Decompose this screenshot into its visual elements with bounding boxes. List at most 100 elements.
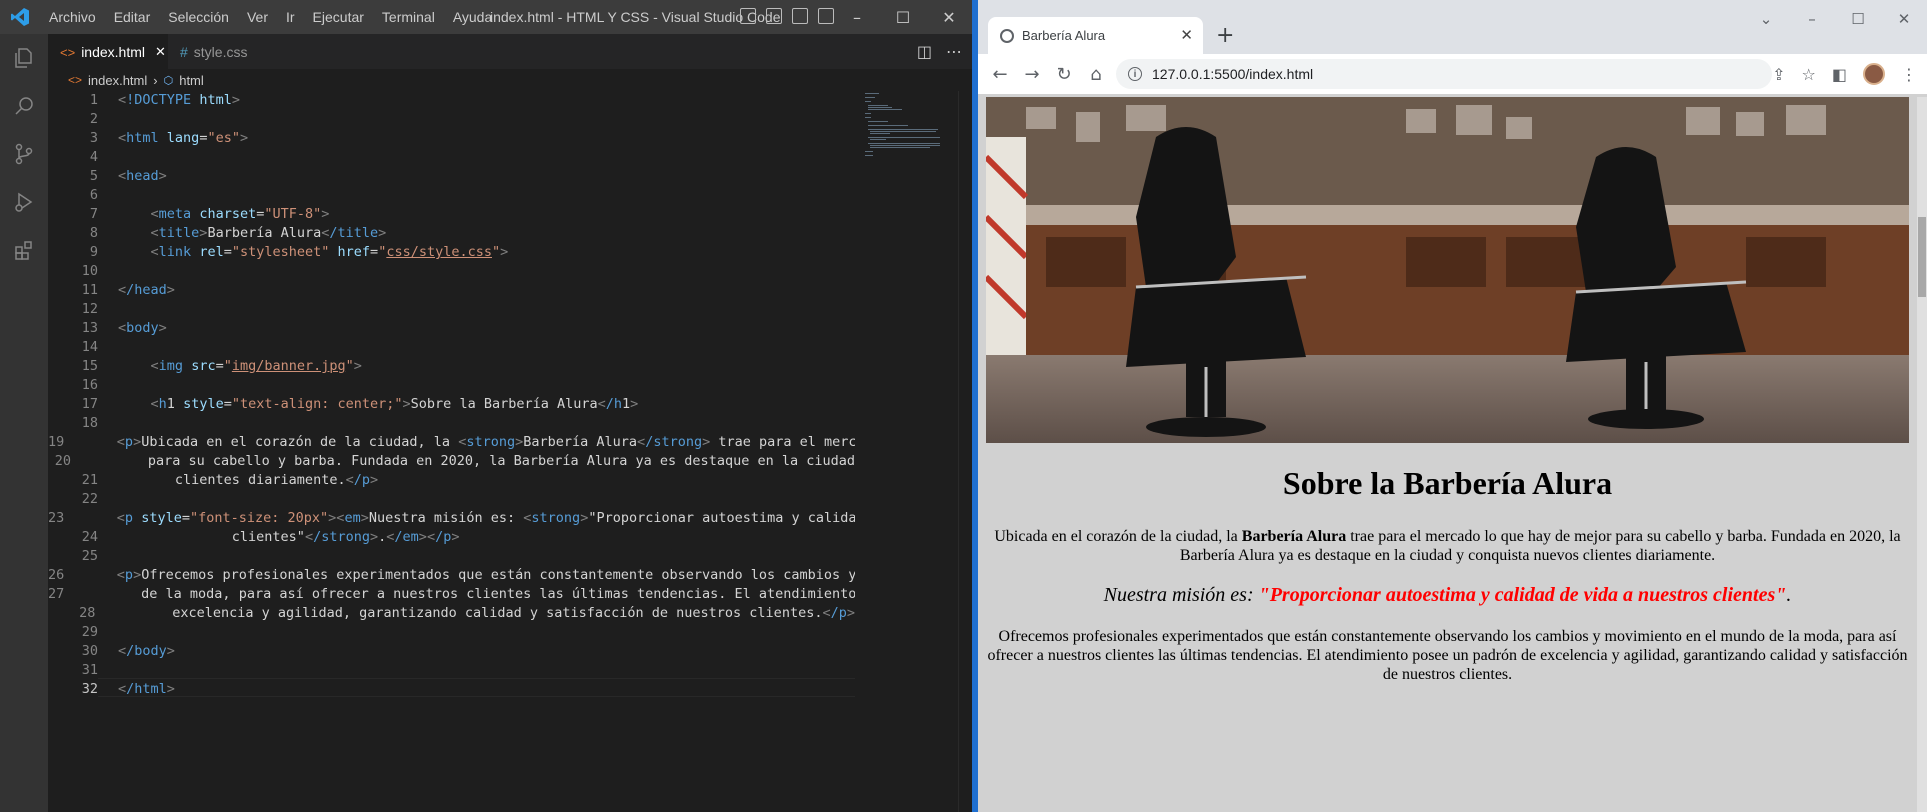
code-line[interactable]: 31	[48, 661, 855, 680]
css-file-icon: #	[180, 43, 188, 60]
code-line[interactable]: 21 clientes diariamente.</p>	[48, 471, 855, 490]
code-line[interactable]: 6	[48, 186, 855, 205]
vscode-logo-icon	[0, 0, 40, 34]
menu-seleccion[interactable]: Selección	[159, 0, 238, 34]
menu-terminal[interactable]: Terminal	[373, 0, 444, 34]
code-line[interactable]: 9 <link rel="stylesheet" href="css/style…	[48, 243, 855, 262]
code-line[interactable]: 32 </html>	[48, 680, 855, 699]
page-scrollbar[interactable]	[1917, 97, 1927, 812]
line-content: <p>Ubicada en el corazón de la ciudad, l…	[116, 434, 855, 450]
browser-tab[interactable]: Barbería Alura ✕	[988, 17, 1203, 54]
close-icon[interactable]: ✕	[926, 0, 972, 34]
share-icon[interactable]: ⇪	[1772, 65, 1785, 84]
code-line[interactable]: 14	[48, 338, 855, 357]
line-content: de la moda, para así ofrecer a nuestros …	[84, 586, 855, 602]
line-content	[98, 547, 118, 566]
close-tab-icon[interactable]: ✕	[1180, 26, 1193, 44]
more-actions-icon[interactable]: ⋯	[946, 42, 962, 61]
minimap[interactable]	[860, 91, 960, 812]
split-editor-icon[interactable]: ◫	[917, 42, 932, 61]
extensions-icon[interactable]	[0, 226, 48, 274]
menu-ejecutar[interactable]: Ejecutar	[304, 0, 373, 34]
code-line[interactable]: 30 </body>	[48, 642, 855, 661]
site-info-icon[interactable]: i	[1128, 67, 1142, 81]
explorer-icon[interactable]	[0, 34, 48, 82]
source-control-icon[interactable]	[0, 130, 48, 178]
line-content	[98, 490, 118, 509]
bookmark-star-icon[interactable]: ☆	[1802, 65, 1816, 84]
toolbar-actions: ⇪ ☆ ◧ ⋮	[1772, 54, 1917, 94]
scrollbar-thumb[interactable]	[1918, 217, 1926, 297]
code-line[interactable]: 2	[48, 110, 855, 129]
line-number: 9	[89, 244, 98, 260]
code-line[interactable]: 27 de la moda, para así ofrecer a nuestr…	[48, 585, 855, 604]
run-debug-icon[interactable]	[0, 178, 48, 226]
line-number: 20	[54, 453, 71, 469]
menu-archivo[interactable]: Archivo	[40, 0, 105, 34]
close-icon[interactable]: ✕	[1881, 4, 1927, 34]
line-number: 13	[81, 320, 98, 336]
code-line[interactable]: 29	[48, 623, 855, 642]
back-icon[interactable]: ←	[984, 64, 1016, 85]
browser-tab-strip: Barbería Alura ✕ + ⌄ – ☐ ✕	[978, 0, 1927, 54]
toggle-panel-icon[interactable]	[766, 8, 782, 24]
minimize-icon[interactable]: –	[834, 0, 880, 34]
line-number: 21	[81, 472, 98, 488]
line-number: 12	[81, 301, 98, 317]
code-line[interactable]: 17 <h1 style="text-align: center;">Sobre…	[48, 395, 855, 414]
line-number: 24	[81, 529, 98, 545]
code-line[interactable]: 3 <html lang="es">	[48, 129, 855, 148]
code-line[interactable]: 22	[48, 490, 855, 509]
code-line[interactable]: 28 excelencia y agilidad, garantizando c…	[48, 604, 855, 623]
toggle-sidebar-icon[interactable]	[740, 8, 756, 24]
customize-layout-icon[interactable]	[818, 8, 834, 24]
code-line[interactable]: 16	[48, 376, 855, 395]
code-line[interactable]: 13 <body>	[48, 319, 855, 338]
menu-ir[interactable]: Ir	[277, 0, 304, 34]
close-tab-icon[interactable]: ✕	[155, 44, 166, 60]
code-line[interactable]: 20 para su cabello y barba. Fundada en 2…	[48, 452, 855, 471]
reload-icon[interactable]: ↻	[1048, 64, 1080, 85]
code-line[interactable]: 19 <p>Ubicada en el corazón de la ciudad…	[48, 433, 855, 452]
toggle-secondary-sidebar-icon[interactable]	[792, 8, 808, 24]
maximize-icon[interactable]: ☐	[880, 0, 926, 34]
side-panel-icon[interactable]: ◧	[1832, 65, 1847, 84]
code-line[interactable]: 10	[48, 262, 855, 281]
code-line[interactable]: 8 <title>Barbería Alura</title>	[48, 224, 855, 243]
maximize-icon[interactable]: ☐	[1835, 4, 1881, 34]
line-content: excelencia y agilidad, garantizando cali…	[115, 605, 855, 621]
tab-search-icon[interactable]: ⌄	[1743, 4, 1789, 34]
code-line[interactable]: 24 clientes"</strong>.</em></p>	[48, 528, 855, 547]
editor-scrollbar[interactable]	[958, 91, 972, 812]
code-line[interactable]: 11 </head>	[48, 281, 855, 300]
menu-ver[interactable]: Ver	[238, 0, 277, 34]
code-line[interactable]: 4	[48, 148, 855, 167]
line-number: 14	[81, 339, 98, 355]
menu-kebab-icon[interactable]: ⋮	[1901, 65, 1917, 84]
code-line[interactable]: 12	[48, 300, 855, 319]
code-line[interactable]: 7 <meta charset="UTF-8">	[48, 205, 855, 224]
breadcrumb-file[interactable]: index.html	[88, 73, 147, 88]
code-line[interactable]: 15 <img src="img/banner.jpg">	[48, 357, 855, 376]
menu-editar[interactable]: Editar	[105, 0, 160, 34]
minimize-icon[interactable]: –	[1789, 4, 1835, 34]
tab-index-html[interactable]: <> index.html ✕	[48, 34, 168, 69]
code-line[interactable]: 5 <head>	[48, 167, 855, 186]
code-line[interactable]: 26 <p>Ofrecemos profesionales experiment…	[48, 566, 855, 585]
breadcrumb-symbol[interactable]: html	[179, 73, 204, 88]
tab-style-css[interactable]: # style.css	[168, 34, 288, 69]
profile-avatar[interactable]	[1863, 63, 1885, 85]
new-tab-button[interactable]: +	[1216, 23, 1234, 48]
code-line[interactable]: 25	[48, 547, 855, 566]
line-content	[98, 186, 118, 205]
code-line[interactable]: 23 <p style="font-size: 20px"><em>Nuestr…	[48, 509, 855, 528]
line-content: <html lang="es">	[118, 130, 249, 146]
code-line[interactable]: 1 <!DOCTYPE html>	[48, 91, 855, 110]
line-number: 11	[81, 282, 98, 298]
code-editor[interactable]: 1 <!DOCTYPE html> 2 3 <html lang="es"> 4 5 <hea…	[48, 91, 855, 812]
search-icon[interactable]	[0, 82, 48, 130]
home-icon[interactable]: ⌂	[1080, 64, 1112, 85]
forward-icon[interactable]: →	[1016, 64, 1048, 85]
code-line[interactable]: 18	[48, 414, 855, 433]
address-bar[interactable]: i 127.0.0.1:5500/index.html	[1116, 59, 1772, 89]
